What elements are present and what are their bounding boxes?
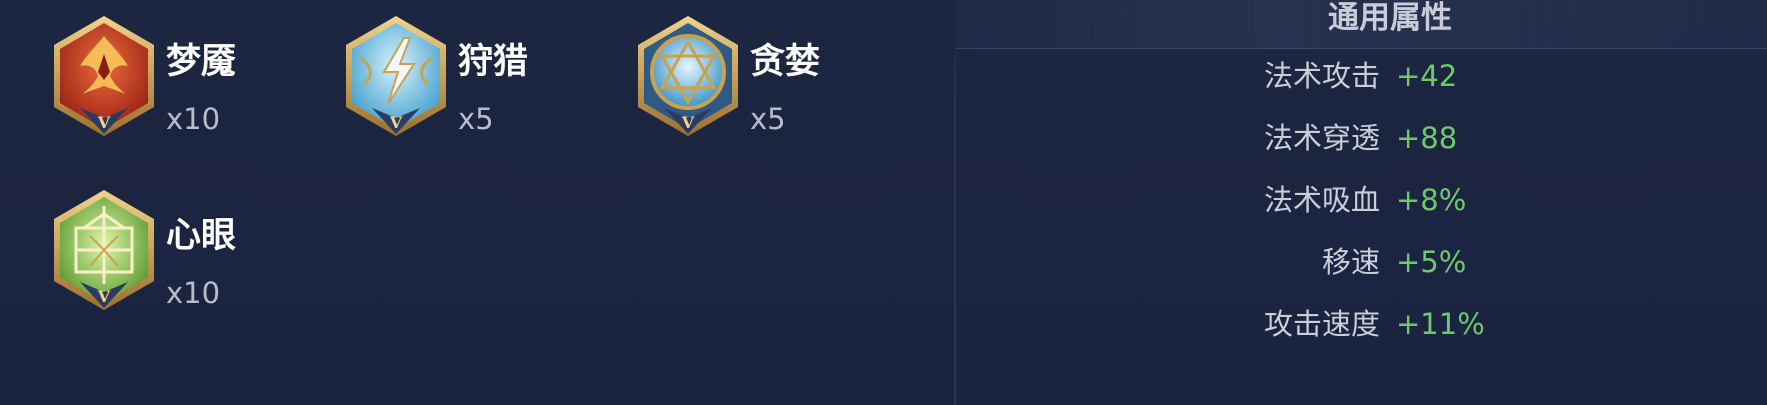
rune-name: 狩猎 bbox=[458, 42, 529, 82]
attributes-title: 通用属性 bbox=[1328, 0, 1452, 36]
attribute-row-magic-lifesteal: 法术吸血 +8% bbox=[1100, 178, 1700, 222]
attribute-value: +8% bbox=[1396, 183, 1467, 217]
svg-text:V: V bbox=[681, 113, 695, 132]
mind-eye-rune-icon: V bbox=[54, 190, 154, 310]
attribute-value: +11% bbox=[1396, 307, 1485, 341]
attribute-value: +42 bbox=[1396, 59, 1458, 93]
attribute-label: 法术攻击 bbox=[1263, 59, 1380, 93]
attribute-label: 移速 bbox=[1321, 245, 1380, 279]
rune-item-mind-eye[interactable]: V 心眼 x10 bbox=[50, 188, 330, 312]
svg-text:V: V bbox=[97, 287, 111, 306]
attribute-row-move-speed: 移速 +5% bbox=[1100, 240, 1700, 284]
attribute-label: 法术穿透 bbox=[1263, 121, 1380, 155]
attribute-value: +5% bbox=[1396, 245, 1467, 279]
svg-text:V: V bbox=[389, 113, 403, 132]
rune-name: 梦魇 bbox=[166, 42, 237, 82]
attribute-value: +88 bbox=[1396, 121, 1458, 155]
rune-item-nightmare[interactable]: V 梦魇 x10 bbox=[50, 14, 330, 138]
rune-count: x5 bbox=[458, 102, 494, 136]
panel-divider bbox=[954, 30, 956, 405]
attribute-row-attack-speed: 攻击速度 +11% bbox=[1100, 302, 1700, 346]
hunt-rune-icon: V bbox=[346, 16, 446, 136]
rune-name: 贪婪 bbox=[750, 42, 821, 82]
greed-rune-icon: V bbox=[638, 16, 738, 136]
attribute-row-magic-pierce: 法术穿透 +88 bbox=[1100, 116, 1700, 160]
rune-count: x10 bbox=[166, 102, 221, 136]
nightmare-rune-icon: V bbox=[54, 16, 154, 136]
rune-summary-panel: 通用属性 V 梦魇 x10 V 狩猎 x5 V 贪婪 x5 V 心眼 x10 法… bbox=[0, 0, 1767, 405]
attribute-row-magic-attack: 法术攻击 +42 bbox=[1100, 54, 1700, 98]
svg-text:V: V bbox=[97, 113, 111, 132]
rune-count: x5 bbox=[750, 102, 786, 136]
rune-item-greed[interactable]: V 贪婪 x5 bbox=[634, 14, 914, 138]
rune-count: x10 bbox=[166, 276, 221, 310]
rune-name: 心眼 bbox=[166, 216, 237, 256]
rune-item-hunt[interactable]: V 狩猎 x5 bbox=[342, 14, 622, 138]
attribute-label: 攻击速度 bbox=[1263, 307, 1380, 341]
attribute-label: 法术吸血 bbox=[1263, 183, 1380, 217]
